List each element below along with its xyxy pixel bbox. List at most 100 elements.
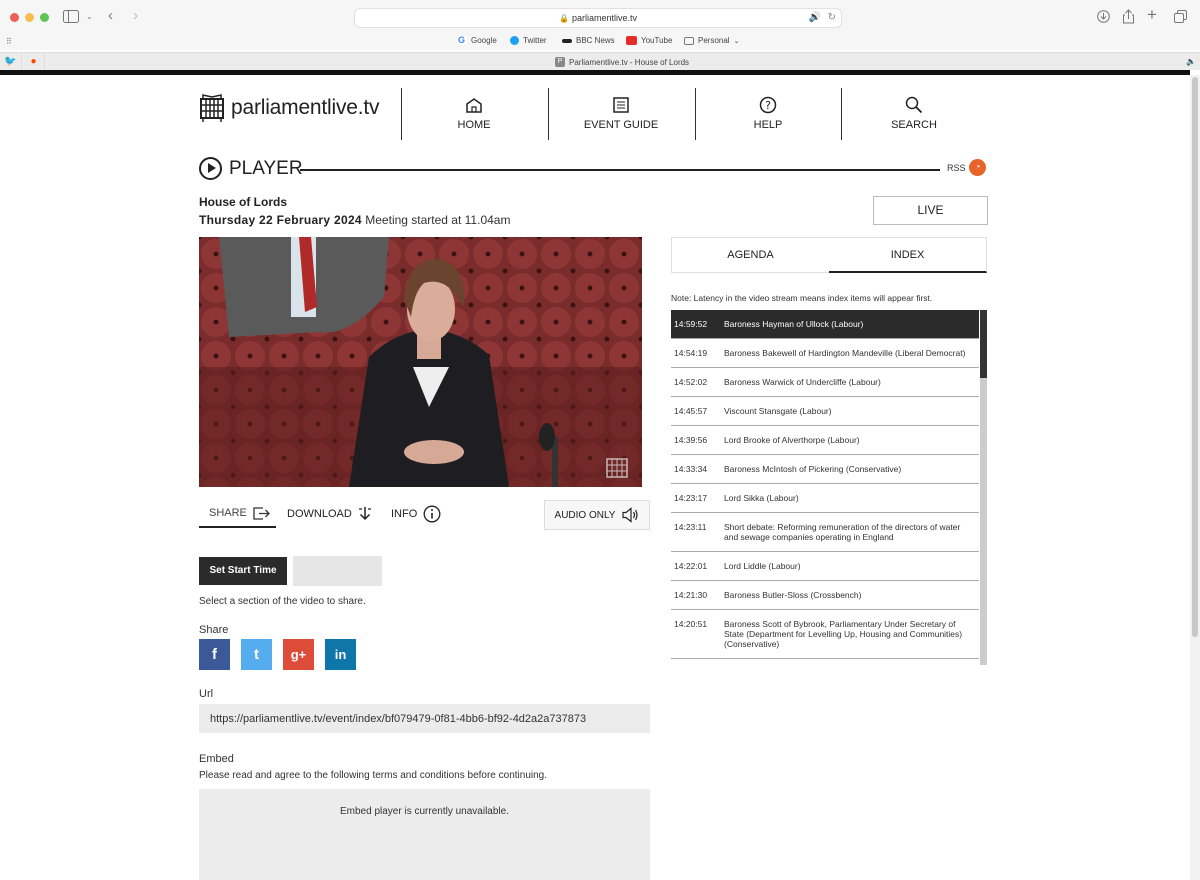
index-row[interactable]: 14:22:01 Lord Liddle (Labour) xyxy=(671,552,979,581)
favorite-twitter[interactable]: Twitter xyxy=(510,36,547,45)
favorite-google[interactable]: G Google xyxy=(458,36,497,45)
nav-label: SEARCH xyxy=(891,119,937,131)
scrollbar-thumb[interactable] xyxy=(1192,77,1198,637)
info-icon xyxy=(423,505,441,523)
linkedin-share-button[interactable]: in xyxy=(325,639,356,670)
url-heading: Url xyxy=(199,688,214,700)
index-row[interactable]: 14:20:51 Baroness Scott of Bybrook, Parli… xyxy=(671,610,979,659)
index-row[interactable]: 14:54:19 Baroness Bakewell of Hardington … xyxy=(671,339,979,368)
audio-only-button[interactable]: AUDIO ONLY xyxy=(544,500,650,530)
index-row[interactable]: 14:21:30 Baroness Butler-Sloss (Crossbenc… xyxy=(671,581,979,610)
index-scrollbar[interactable] xyxy=(980,310,987,665)
share-url-field[interactable] xyxy=(199,704,650,733)
index-name: Lord Sikka (Labour) xyxy=(724,493,799,503)
lock-icon: 🔒 xyxy=(559,14,569,23)
index-row[interactable]: 14:45:57 Viscount Stansgate (Labour) xyxy=(671,397,979,426)
player-heading: PLAYER RSS ◔ xyxy=(199,157,987,181)
address-text: parliamentlive.tv xyxy=(571,13,637,23)
index-row[interactable]: 14:59:52 Baroness Hayman of Ullock (Labou… xyxy=(671,310,979,339)
address-bar[interactable]: 🔒 parliamentlive.tv 🔊 ↻ xyxy=(354,8,842,28)
download-icon xyxy=(358,507,371,521)
panel-tabs: AGENDA INDEX xyxy=(671,237,987,273)
reload-icon[interactable]: ↻ xyxy=(828,9,836,27)
live-button[interactable]: LIVE xyxy=(873,196,988,225)
index-row[interactable]: 14:23:11 Short debate: Reforming remunera… xyxy=(671,513,979,552)
set-start-time-button[interactable]: Set Start Time xyxy=(199,557,287,585)
facebook-share-button[interactable]: f xyxy=(199,639,230,670)
index-time: 14:22:01 xyxy=(674,561,708,571)
logo-text: parliamentlive.tv xyxy=(231,96,380,119)
chevron-down-icon[interactable]: ⌄ xyxy=(86,10,93,24)
favorites-bar: ⠿ G Google Twitter BBC News YouTube Perso… xyxy=(0,34,1200,50)
share-tab[interactable]: SHARE xyxy=(199,500,276,528)
browser-toolbar: ⌄ ‹ › 🔒 parliamentlive.tv 🔊 ↻ + xyxy=(0,0,1200,34)
nav-event-guide[interactable]: EVENT GUIDE xyxy=(548,94,694,131)
index-row[interactable]: 14:52:02 Baroness Warwick of Undercliffe … xyxy=(671,368,979,397)
tab-audio-icon[interactable]: 🔈 xyxy=(1186,55,1196,69)
nav-help[interactable]: ? HELP xyxy=(695,94,841,131)
index-row[interactable]: 14:33:34 Baroness McIntosh of Pickering (… xyxy=(671,455,979,484)
close-window-button[interactable] xyxy=(10,13,19,22)
index-scrollbar-thumb[interactable] xyxy=(980,310,987,378)
chevron-down-icon: ⌄ xyxy=(733,37,740,45)
nav-search[interactable]: SEARCH xyxy=(841,94,987,131)
favorite-bbc-news[interactable]: BBC News xyxy=(562,36,615,45)
index-name: Baroness McIntosh of Pickering (Conserva… xyxy=(724,464,902,474)
new-tab-icon[interactable]: + xyxy=(1147,6,1157,23)
active-tab[interactable]: P Parliamentlive.tv - House of Lords xyxy=(555,57,689,67)
tab-agenda[interactable]: AGENDA xyxy=(671,237,829,273)
select-section-hint: Select a section of the video to share. xyxy=(199,596,366,607)
sidebar-icon[interactable] xyxy=(63,10,79,26)
index-time: 14:33:34 xyxy=(674,464,708,474)
list-icon xyxy=(548,94,694,116)
page-scrollbar[interactable] xyxy=(1190,75,1200,880)
start-time-field[interactable] xyxy=(293,556,382,586)
back-icon[interactable]: ‹ xyxy=(108,8,113,23)
meeting-info: Thursday 22 February 2024 Meeting starte… xyxy=(199,213,510,227)
tab-overview-icon[interactable] xyxy=(1174,10,1187,26)
embed-terms-text: Please read and agree to the following t… xyxy=(199,770,548,781)
tab-index[interactable]: INDEX xyxy=(829,237,987,273)
pinned-tab-twitter[interactable]: 🐦 xyxy=(0,53,22,71)
nav-home[interactable]: HOME xyxy=(401,94,547,131)
index-name: Baroness Warwick of Undercliffe (Labour) xyxy=(724,377,881,387)
index-time: 14:52:02 xyxy=(674,377,708,387)
house-title: House of Lords xyxy=(199,195,288,209)
rss-label[interactable]: RSS xyxy=(947,163,966,173)
rss-icon[interactable]: ◔ xyxy=(969,159,986,176)
apps-grid-icon[interactable]: ⠿ xyxy=(6,35,12,49)
index-row[interactable]: 14:23:17 Lord Sikka (Labour) xyxy=(671,484,979,513)
info-button[interactable]: INFO xyxy=(391,500,441,528)
share-icon[interactable] xyxy=(1122,9,1135,27)
index-name: Baroness Bakewell of Hardington Mandevil… xyxy=(724,348,966,358)
twitter-share-button[interactable]: t xyxy=(241,639,272,670)
site-logo[interactable]: parliamentlive.tv xyxy=(199,93,380,123)
share-heading: Share xyxy=(199,624,229,636)
site-favicon: P xyxy=(555,57,565,67)
index-name: Baroness Butler-Sloss (Crossbench) xyxy=(724,590,862,600)
share-arrow-icon xyxy=(253,506,270,520)
favorite-label: Twitter xyxy=(523,36,547,45)
download-button[interactable]: DOWNLOAD xyxy=(287,500,372,528)
forward-icon[interactable]: › xyxy=(133,8,138,23)
audio-only-label: AUDIO ONLY xyxy=(554,509,616,521)
index-time: 14:23:17 xyxy=(674,493,708,503)
minimize-window-button[interactable] xyxy=(25,13,34,22)
info-label: INFO xyxy=(391,508,418,520)
index-time: 14:20:51 xyxy=(674,619,708,629)
video-player[interactable] xyxy=(199,237,642,487)
download-icon[interactable] xyxy=(1097,10,1110,26)
meeting-date: Thursday 22 February 2024 xyxy=(199,213,362,227)
embed-heading: Embed xyxy=(199,753,234,765)
speaker-icon[interactable]: 🔊 xyxy=(809,9,821,27)
index-name: Lord Liddle (Labour) xyxy=(724,561,801,571)
zoom-window-button[interactable] xyxy=(40,13,49,22)
favorite-personal-folder[interactable]: Personal ⌄ xyxy=(684,36,739,45)
index-name: Viscount Stansgate (Labour) xyxy=(724,406,832,416)
google-plus-share-button[interactable]: g+ xyxy=(283,639,314,670)
pinned-tab-reddit[interactable]: ● xyxy=(23,53,45,71)
index-time: 14:45:57 xyxy=(674,406,708,416)
favorite-youtube[interactable]: YouTube xyxy=(626,36,672,45)
svg-text:?: ? xyxy=(765,99,771,112)
index-row[interactable]: 14:39:56 Lord Brooke of Alverthorpe (Labo… xyxy=(671,426,979,455)
